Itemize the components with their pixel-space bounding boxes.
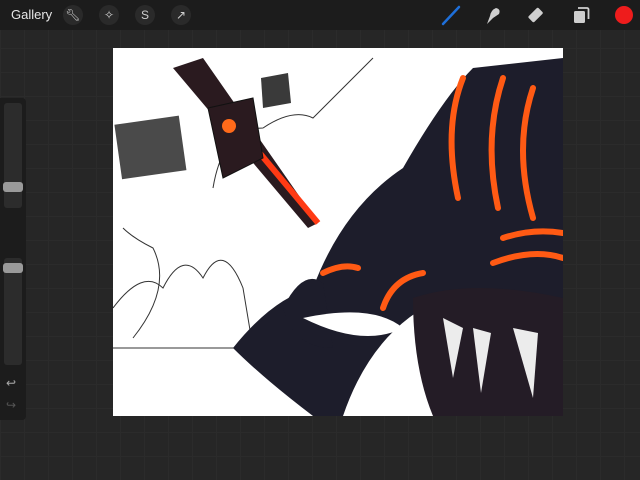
magic-wand-icon[interactable]: ✧ bbox=[99, 5, 119, 25]
selection-icon[interactable]: S bbox=[135, 5, 155, 25]
transform-arrow-icon[interactable]: ↗ bbox=[171, 5, 191, 25]
brush-size-thumb[interactable] bbox=[3, 181, 23, 192]
artwork bbox=[113, 57, 563, 416]
drawing-canvas[interactable] bbox=[113, 48, 563, 416]
brush-icon[interactable] bbox=[440, 4, 462, 26]
eraser-icon[interactable] bbox=[526, 4, 548, 26]
opacity-slider[interactable] bbox=[3, 258, 23, 365]
smudge-icon[interactable] bbox=[482, 4, 504, 26]
wrench-icon[interactable]: 🔧︎ bbox=[63, 5, 83, 25]
opacity-thumb[interactable] bbox=[3, 262, 23, 273]
color-picker-button[interactable] bbox=[615, 6, 633, 24]
brush-size-slider[interactable] bbox=[3, 103, 23, 208]
undo-icon[interactable]: ↩ bbox=[6, 376, 16, 390]
gallery-button[interactable]: Gallery bbox=[11, 7, 52, 22]
layers-icon[interactable] bbox=[570, 4, 592, 26]
top-toolbar: Gallery 🔧︎ ✧ S ↗ bbox=[0, 0, 640, 30]
sidebar: ↩ ↪ bbox=[0, 98, 26, 420]
redo-icon[interactable]: ↪ bbox=[6, 398, 16, 412]
